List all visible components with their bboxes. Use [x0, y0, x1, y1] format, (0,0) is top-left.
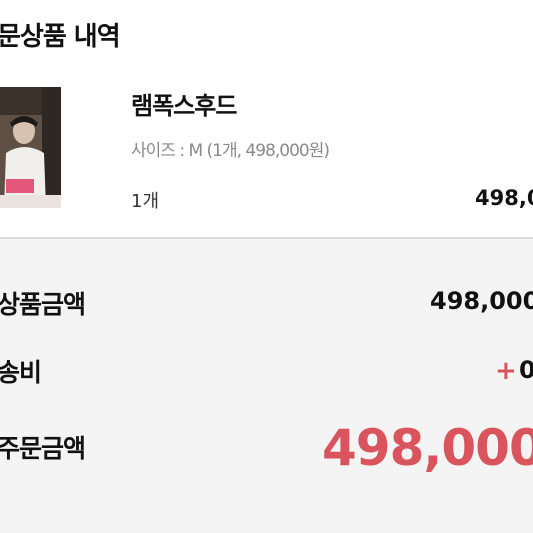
product-thumbnail[interactable] — [0, 87, 61, 208]
subtotal-label: 상품금액 — [0, 290, 86, 319]
total-label: 주문금액 — [0, 434, 86, 463]
shipping-value: 0 — [519, 356, 533, 384]
subtotal-value: 498,000 — [430, 287, 533, 315]
order-items-title: 문상품 내역 — [0, 22, 121, 52]
order-detail-page: 문상품 내역 램폭스후드 사이즈 : M (1개, 498,000원) 1개 4… — [0, 0, 533, 533]
total-value: 498,000 — [322, 419, 533, 477]
product-photo-image — [0, 87, 61, 208]
plus-icon: + — [495, 356, 517, 386]
product-option: 사이즈 : M (1개, 498,000원) — [131, 141, 330, 161]
shipping-label: 송비 — [0, 358, 42, 387]
price-summary: 상품금액 498,000 송비 + 0 주문금액 498,000 — [0, 239, 533, 533]
product-quantity: 1개 — [131, 191, 160, 212]
order-item-row[interactable]: 램폭스후드 사이즈 : M (1개, 498,000원) 1개 498,0 — [0, 70, 533, 238]
product-price: 498,0 — [475, 186, 533, 210]
product-name[interactable]: 램폭스후드 — [131, 86, 237, 121]
